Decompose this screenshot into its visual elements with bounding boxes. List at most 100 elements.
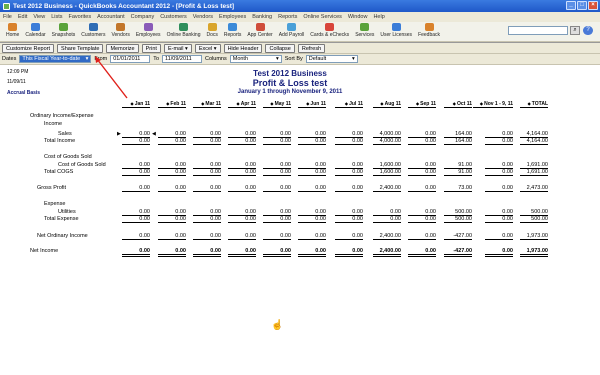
table-cell[interactable]: 0.00 <box>193 185 221 192</box>
table-cell[interactable]: 0.00 <box>193 169 221 176</box>
table-cell[interactable]: 0.00 <box>298 216 326 223</box>
table-cell[interactable]: 0.00 <box>408 131 436 138</box>
table-cell[interactable]: 0.00 <box>485 169 513 176</box>
table-cell[interactable]: 500.00 <box>520 209 548 216</box>
table-cell[interactable]: 0.00 <box>408 233 436 240</box>
iconbar-add-payroll-button[interactable]: Add Payroll <box>276 22 308 38</box>
table-cell[interactable]: 0.00 <box>263 209 291 216</box>
table-cell[interactable]: 0.00 <box>335 233 363 240</box>
table-cell[interactable]: 73.00 <box>444 185 472 192</box>
table-cell[interactable]: 0.00 <box>485 138 513 145</box>
table-cell[interactable]: 0.00 <box>122 233 150 240</box>
table-cell[interactable]: 0.00 <box>335 169 363 176</box>
table-cell[interactable]: 0.00 <box>158 131 186 138</box>
table-cell[interactable]: -427.00 <box>444 233 472 240</box>
table-cell[interactable]: 0.00 <box>263 185 291 192</box>
table-cell[interactable]: 91.00 <box>444 169 472 176</box>
table-cell[interactable]: 2,400.00 <box>373 233 401 240</box>
table-cell[interactable]: 0.00 <box>122 162 150 169</box>
table-cell[interactable]: 0.00 <box>228 131 256 138</box>
iconbar-cards-echecks-button[interactable]: Cards & eChecks <box>307 22 352 38</box>
table-cell[interactable]: 0.00 <box>298 169 326 176</box>
table-cell[interactable]: 0.00 <box>408 248 436 257</box>
table-cell[interactable]: 4,000.00 <box>373 131 401 138</box>
table-cell[interactable]: 0.00 <box>228 209 256 216</box>
menu-file[interactable]: File <box>3 14 12 20</box>
menu-favorites[interactable]: Favorites <box>69 14 92 20</box>
iconbar-vendors-button[interactable]: Vendors <box>108 22 132 38</box>
table-cell[interactable]: 0.00 <box>122 169 150 176</box>
table-cell[interactable]: 0.00 <box>298 209 326 216</box>
menu-vendors[interactable]: Vendors <box>193 14 213 20</box>
table-cell[interactable]: 0.00 <box>158 169 186 176</box>
menu-customers[interactable]: Customers <box>160 14 187 20</box>
table-cell[interactable]: 0.00 <box>298 138 326 145</box>
iconbar-feedback-button[interactable]: Feedback <box>415 22 443 38</box>
menu-company[interactable]: Company <box>131 14 155 20</box>
table-cell[interactable]: 0.00 <box>193 138 221 145</box>
table-cell[interactable]: 0.00 <box>335 185 363 192</box>
table-cell[interactable]: 0.00 <box>193 248 221 257</box>
search-input[interactable] <box>508 26 568 35</box>
table-cell[interactable]: 0.00 <box>335 162 363 169</box>
table-cell[interactable]: 0.00 <box>122 138 150 145</box>
table-cell[interactable]: 0.00 <box>485 162 513 169</box>
table-cell[interactable]: 0.00 <box>158 248 186 257</box>
table-cell[interactable]: 0.00 <box>298 185 326 192</box>
table-cell[interactable]: 0.00 <box>408 169 436 176</box>
table-cell[interactable]: 0.00 <box>122 216 150 223</box>
table-cell[interactable]: 1,600.00 <box>373 162 401 169</box>
table-cell[interactable]: 0.00 <box>485 216 513 223</box>
menu-view[interactable]: View <box>33 14 45 20</box>
table-cell[interactable]: 0.00 <box>228 248 256 257</box>
table-cell[interactable]: 0.00 <box>193 162 221 169</box>
iconbar-app-center-button[interactable]: App Center <box>244 22 275 38</box>
iconbar-user-licenses-button[interactable]: User Licenses <box>377 22 415 38</box>
table-cell[interactable]: 4,164.00 <box>520 138 548 145</box>
table-cell[interactable]: 0.00 <box>158 162 186 169</box>
table-cell[interactable]: 0.00 <box>335 248 363 257</box>
table-cell[interactable]: 0.00 <box>485 209 513 216</box>
table-cell[interactable]: 1,973.00 <box>520 248 548 257</box>
table-cell[interactable]: 0.00 <box>263 248 291 257</box>
iconbar-home-button[interactable]: Home <box>3 22 22 38</box>
menu-accountant[interactable]: Accountant <box>97 14 125 20</box>
menu-reports[interactable]: Reports <box>278 14 297 20</box>
search-icon[interactable]: ⌕ <box>570 26 580 35</box>
table-cell[interactable]: 0.00 <box>485 233 513 240</box>
table-cell[interactable]: 0.00 <box>158 209 186 216</box>
table-cell[interactable]: 0.00 <box>263 233 291 240</box>
close-button[interactable]: × <box>588 1 598 10</box>
table-cell[interactable]: 0.00 <box>228 162 256 169</box>
iconbar-calendar-button[interactable]: Calendar <box>22 22 48 38</box>
table-cell[interactable]: 2,400.00 <box>373 185 401 192</box>
table-cell[interactable]: 0.00 <box>263 216 291 223</box>
minimize-button[interactable]: _ <box>566 1 576 10</box>
table-cell[interactable]: 0.00 <box>263 138 291 145</box>
table-cell[interactable]: 500.00 <box>444 209 472 216</box>
table-cell[interactable]: 0.00 <box>158 216 186 223</box>
table-cell[interactable]: 1,600.00 <box>373 169 401 176</box>
table-cell[interactable]: 91.00 <box>444 162 472 169</box>
table-cell[interactable]: 164.00 <box>444 138 472 145</box>
menu-edit[interactable]: Edit <box>18 14 27 20</box>
iconbar-services-button[interactable]: Services <box>352 22 377 38</box>
table-cell[interactable]: 0.00 <box>335 216 363 223</box>
table-cell[interactable]: -427.00 <box>444 248 472 257</box>
table-cell[interactable]: 0.00 <box>485 248 513 257</box>
table-cell[interactable]: 0.00 <box>298 248 326 257</box>
table-cell[interactable]: 0.00 <box>228 233 256 240</box>
table-cell[interactable]: 0.00 <box>408 162 436 169</box>
table-cell[interactable]: 0.00 <box>122 131 150 138</box>
table-cell[interactable]: 0.00 <box>298 131 326 138</box>
menu-online-services[interactable]: Online Services <box>303 14 342 20</box>
table-cell[interactable]: 0.00 <box>122 185 150 192</box>
iconbar-reports-button[interactable]: Reports <box>221 22 245 38</box>
table-cell[interactable]: 0.00 <box>158 185 186 192</box>
table-cell[interactable]: 0.00 <box>193 233 221 240</box>
table-cell[interactable]: 2,473.00 <box>520 185 548 192</box>
table-cell[interactable]: 0.00 <box>193 209 221 216</box>
table-cell[interactable]: 0.00 <box>408 216 436 223</box>
menu-lists[interactable]: Lists <box>51 14 62 20</box>
table-cell[interactable]: 0.00 <box>158 138 186 145</box>
